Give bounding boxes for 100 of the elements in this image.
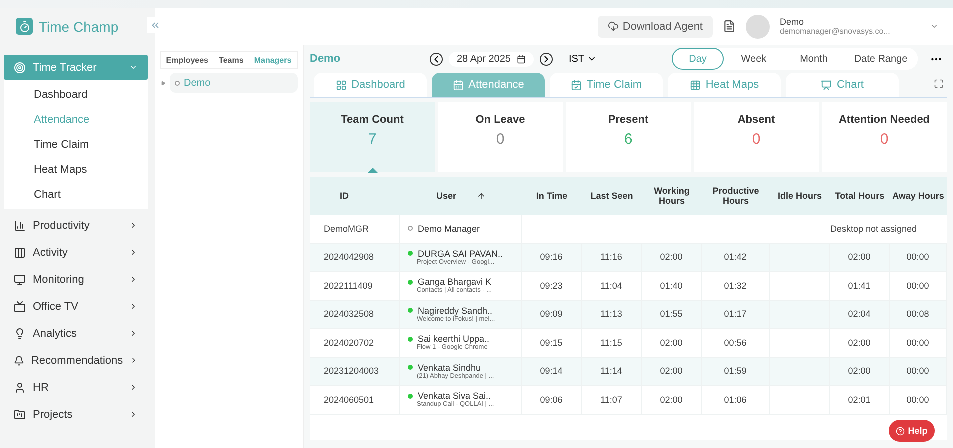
chevron-right-icon bbox=[129, 248, 138, 257]
table-cell: 11:16 bbox=[582, 244, 642, 272]
chevron-right-icon bbox=[130, 356, 138, 365]
table-cell: 2022111409 bbox=[310, 272, 400, 300]
next-day-button[interactable] bbox=[540, 52, 553, 66]
sidebar-item[interactable]: Projects bbox=[4, 402, 148, 427]
chevron-right-icon bbox=[129, 383, 138, 392]
sidebar-item[interactable]: Office TV bbox=[4, 294, 148, 319]
table-cell: 02:01 bbox=[830, 386, 890, 414]
user-name-text: Sai keerthi Uppa.. bbox=[418, 334, 490, 344]
stat-card[interactable]: On Leave 0 bbox=[438, 102, 563, 172]
stat-card[interactable]: Absent 0 bbox=[694, 102, 819, 172]
column-header[interactable]: Working Hours bbox=[642, 177, 702, 215]
table-cell: 02:00 bbox=[642, 386, 702, 414]
stat-value: 0 bbox=[880, 131, 889, 148]
stat-value: 6 bbox=[624, 131, 633, 148]
calendar-icon bbox=[516, 54, 526, 64]
column-header[interactable]: Total Hours bbox=[830, 177, 890, 215]
table-cell: 01:41 bbox=[830, 272, 890, 300]
table-cell: 11:04 bbox=[582, 272, 642, 300]
user-name-text: Ganga Bhargavi K bbox=[418, 277, 492, 288]
sidebar-item[interactable]: Recommendations bbox=[4, 348, 148, 373]
sidebar-item[interactable]: Monitoring bbox=[4, 267, 148, 292]
sidebar-item[interactable]: Productivity bbox=[4, 213, 148, 238]
grid-icon bbox=[690, 80, 701, 90]
stat-card[interactable]: Team Count 7 bbox=[310, 102, 435, 172]
stat-label: Absent bbox=[738, 114, 776, 126]
stat-label: Team Count bbox=[341, 114, 404, 126]
caret-icon[interactable] bbox=[930, 22, 939, 31]
table-cell: 01:06 bbox=[702, 386, 770, 414]
download-agent-button[interactable]: Download Agent bbox=[598, 16, 713, 38]
column-header[interactable]: Idle Hours bbox=[770, 177, 830, 215]
column-header[interactable]: Productive Hours bbox=[702, 177, 770, 215]
submenu-item[interactable]: Chart bbox=[4, 182, 148, 207]
table-cell: 00:00 bbox=[890, 386, 947, 414]
user-icon bbox=[14, 382, 26, 394]
user-email: demomanager@snovasys.co... bbox=[780, 27, 892, 36]
table-cell: 01:59 bbox=[702, 358, 770, 386]
fullscreen-icon[interactable] bbox=[934, 79, 944, 89]
help-button[interactable]: Help bbox=[889, 420, 935, 442]
help-icon bbox=[896, 426, 906, 436]
table-cell: 02:00 bbox=[642, 329, 702, 358]
table-cell: 09:14 bbox=[522, 358, 582, 386]
sidebar-item[interactable]: Activity bbox=[4, 240, 148, 265]
expand-icon[interactable] bbox=[161, 80, 166, 86]
tree-tab[interactable]: Employees bbox=[166, 56, 209, 64]
sidebar-item[interactable]: HR bbox=[4, 375, 148, 400]
table-cell: 00:00 bbox=[890, 358, 947, 386]
user-name-text: DURGA SAI PAVAN.. bbox=[418, 248, 504, 259]
table-cell: 09:09 bbox=[522, 300, 582, 329]
table-cell: 11:15 bbox=[582, 329, 642, 358]
column-header[interactable]: In Time bbox=[522, 177, 582, 215]
submenu-item[interactable]: Time Claim bbox=[4, 132, 148, 157]
timezone-dropdown[interactable]: IST bbox=[562, 52, 602, 66]
stat-value: 7 bbox=[368, 131, 377, 148]
tree-tab[interactable]: Teams bbox=[219, 56, 244, 64]
node-label: Demo bbox=[184, 78, 211, 88]
bell-icon bbox=[14, 354, 24, 366]
stat-label: Attention Needed bbox=[838, 114, 930, 126]
table-cell: 2024020702 bbox=[310, 329, 400, 358]
document-icon[interactable] bbox=[723, 20, 736, 33]
table-cell: 01:17 bbox=[702, 300, 770, 329]
chevron-right-icon bbox=[129, 410, 138, 419]
calendar-check-icon bbox=[570, 80, 582, 90]
stat-card[interactable]: Attention Needed 0 bbox=[822, 102, 947, 172]
submenu-item[interactable]: Dashboard bbox=[4, 82, 148, 107]
grid-icon bbox=[336, 80, 347, 90]
table-cell: 01:32 bbox=[702, 272, 770, 300]
table-cell: 09:15 bbox=[522, 329, 582, 358]
chevron-right-icon bbox=[129, 275, 138, 284]
table-cell: 00:00 bbox=[890, 244, 947, 272]
status-dot bbox=[175, 80, 180, 86]
table-cell: 11:13 bbox=[582, 300, 642, 329]
brand-name: Time Champ bbox=[39, 18, 119, 34]
submenu-item[interactable]: Heat Maps bbox=[4, 157, 148, 182]
table-cell: 02:00 bbox=[642, 244, 702, 272]
calendar-icon bbox=[452, 80, 464, 90]
sort-icon[interactable] bbox=[476, 192, 486, 200]
chevron-right-icon bbox=[129, 302, 138, 311]
table-cell: 09:06 bbox=[522, 386, 582, 414]
table-cell: 2024042908 bbox=[310, 244, 400, 272]
table-cell: 11:14 bbox=[582, 358, 642, 386]
stat-value: 0 bbox=[752, 131, 761, 148]
board-chart-icon bbox=[821, 80, 832, 90]
date-field[interactable]: 28 Apr 2025 bbox=[449, 52, 534, 66]
column-header[interactable]: ID bbox=[310, 177, 400, 215]
table-cell: 2024060501 bbox=[310, 386, 400, 414]
monitor-icon bbox=[14, 274, 26, 286]
user-name-text: Nagireddy Sandh.. bbox=[418, 306, 493, 316]
bulb-icon bbox=[14, 328, 26, 340]
table-cell: 09:16 bbox=[522, 244, 582, 272]
chevron-right-icon bbox=[129, 329, 138, 338]
column-header[interactable]: User bbox=[400, 177, 522, 215]
column-header[interactable]: Last Seen bbox=[582, 177, 642, 215]
previous-day-button[interactable] bbox=[430, 52, 443, 66]
sidebar-item[interactable]: Analytics bbox=[4, 321, 148, 346]
table-cell: 00:56 bbox=[702, 329, 770, 358]
stat-card[interactable]: Present 6 bbox=[566, 102, 691, 172]
column-header[interactable]: Away Hours bbox=[890, 177, 947, 215]
table-cell: 20231204003 bbox=[310, 358, 400, 386]
